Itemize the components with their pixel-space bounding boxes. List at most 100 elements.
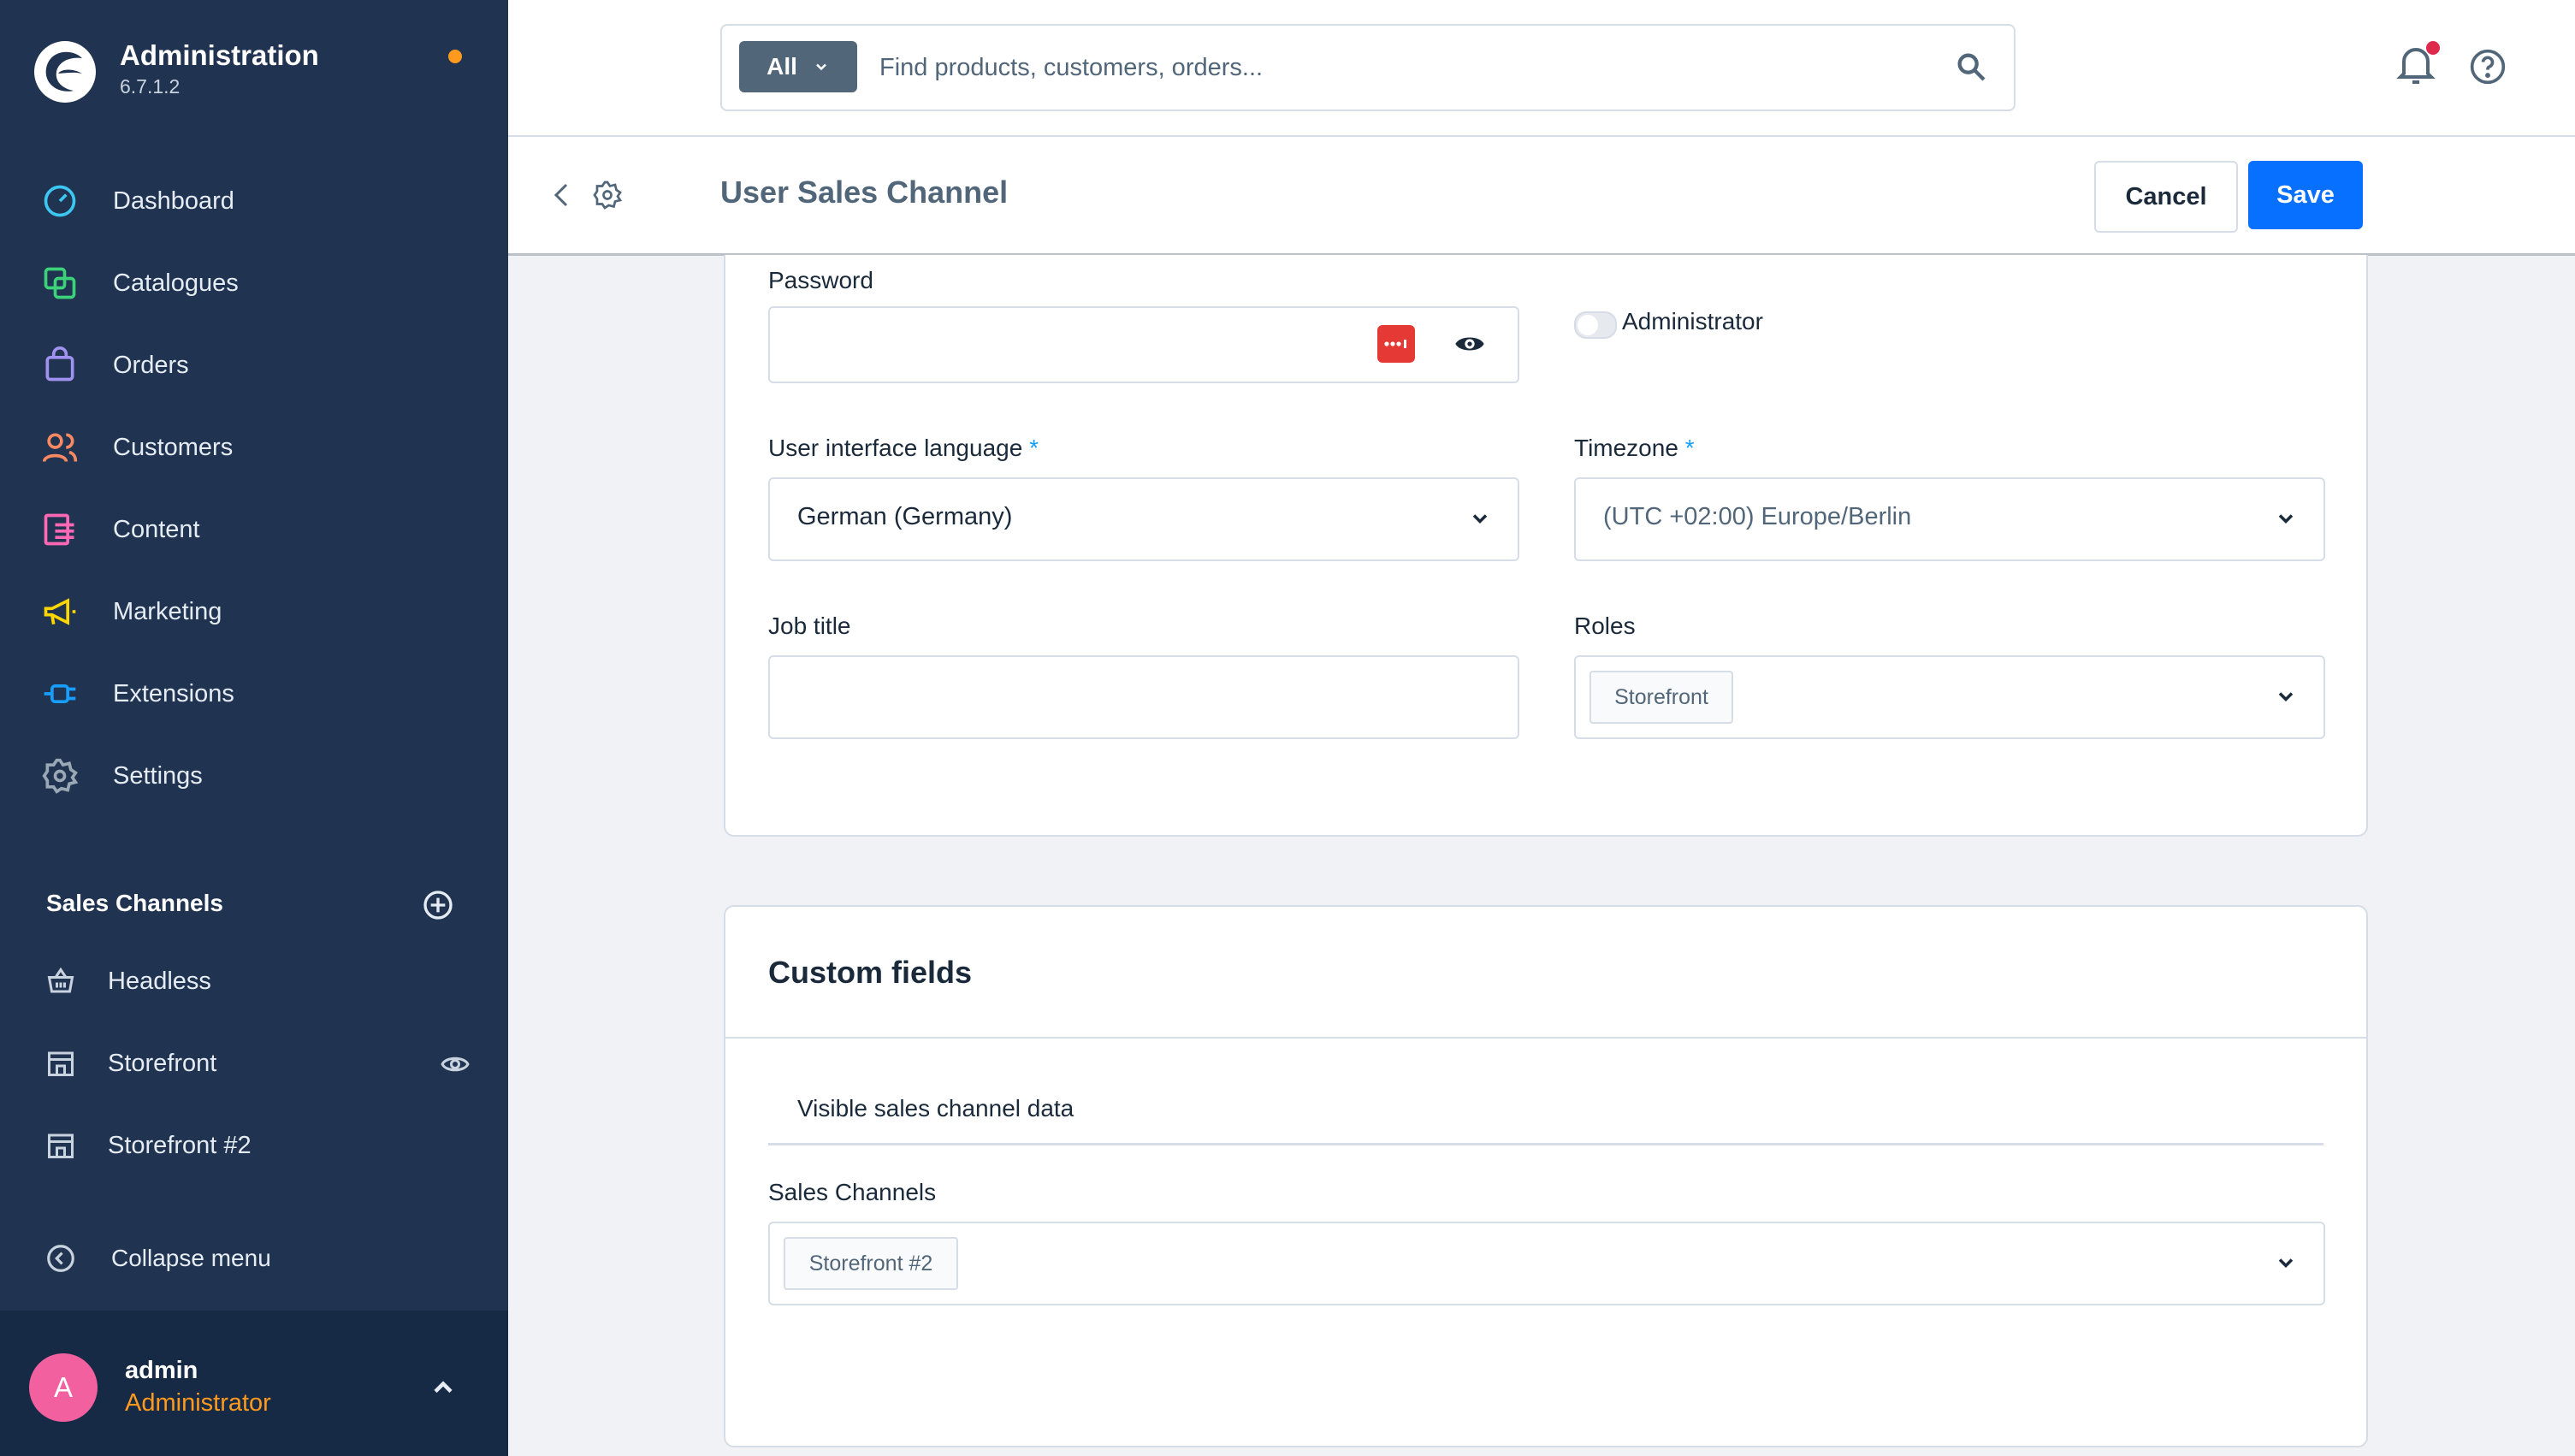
- language-select[interactable]: German (Germany): [768, 477, 1519, 561]
- role-tag[interactable]: Storefront: [1589, 671, 1733, 724]
- required-asterisk: *: [1684, 435, 1695, 461]
- timezone-select[interactable]: (UTC +02:00) Europe/Berlin: [1574, 477, 2325, 561]
- extensions-icon: [39, 673, 80, 714]
- nav-label: Settings: [113, 761, 203, 790]
- back-arrow-icon[interactable]: [548, 180, 575, 210]
- nav-item-content[interactable]: Content: [39, 500, 484, 559]
- sidebar: Administration 6.7.1.2 Dashboard Catalog…: [0, 0, 508, 1456]
- page-title: User Sales Channel: [720, 175, 1009, 210]
- nav-label: Extensions: [113, 679, 234, 707]
- password-manager-icon[interactable]: [1377, 325, 1415, 363]
- chevron-down-icon: [2278, 692, 2294, 701]
- search-bar: All: [720, 24, 2016, 111]
- sales-channels-select[interactable]: Storefront #2: [768, 1222, 2325, 1305]
- eye-icon[interactable]: [1453, 327, 1487, 361]
- nav-item-customers[interactable]: Customers: [39, 417, 484, 477]
- job-title-input[interactable]: [768, 655, 1519, 739]
- roles-label: Roles: [1574, 613, 1636, 639]
- nav-item-settings[interactable]: Settings: [39, 746, 484, 806]
- language-select-value: German (Germany): [797, 503, 1013, 530]
- timezone-label: Timezone *: [1574, 435, 1695, 462]
- divider: [725, 1037, 2366, 1039]
- sales-channels-header: Sales Channels: [46, 886, 457, 926]
- storefront-icon: [43, 1128, 79, 1163]
- brand: Administration 6.7.1.2: [33, 36, 477, 113]
- nav-label: Orders: [113, 351, 189, 379]
- user-role: Administrator: [125, 1389, 271, 1417]
- timezone-select-value: (UTC +02:00) Europe/Berlin: [1603, 503, 1912, 530]
- nav-label: Catalogues: [113, 269, 239, 297]
- sales-channel-label: Headless: [108, 967, 211, 995]
- user-menu[interactable]: A admin Administrator: [0, 1311, 508, 1456]
- job-title-label: Job title: [768, 613, 851, 639]
- custom-fields-card: Custom fields Visible sales channel data…: [724, 905, 2368, 1447]
- add-sales-channel-icon[interactable]: [421, 888, 455, 922]
- customers-icon: [39, 427, 80, 468]
- chevron-down-icon: [1472, 514, 1488, 524]
- cancel-button[interactable]: Cancel: [2094, 161, 2238, 233]
- language-label: User interface language *: [768, 435, 1039, 462]
- tab-underline: [768, 1143, 2323, 1145]
- nav-label: Marketing: [113, 597, 222, 625]
- collapse-icon: [43, 1240, 79, 1276]
- user-name: admin: [125, 1357, 198, 1384]
- notification-badge: [2426, 41, 2440, 55]
- nav-item-catalogues[interactable]: Catalogues: [39, 253, 484, 313]
- save-button[interactable]: Save: [2248, 161, 2363, 229]
- sales-channel-item-headless[interactable]: Headless: [43, 951, 471, 1011]
- help-icon[interactable]: [2469, 48, 2507, 86]
- collapse-menu-label: Collapse menu: [111, 1245, 271, 1271]
- sales-channel-item-storefront[interactable]: Storefront: [43, 1033, 471, 1093]
- search-type-dropdown[interactable]: All: [739, 41, 857, 92]
- catalogues-icon: [39, 263, 80, 304]
- nav-item-orders[interactable]: Orders: [39, 335, 484, 395]
- basket-icon: [43, 963, 79, 999]
- user-details-card: Password Administrator User interface la…: [724, 255, 2368, 837]
- marketing-icon: [39, 591, 80, 632]
- status-dot: [448, 50, 462, 63]
- chevron-down-icon: [2278, 1258, 2294, 1268]
- timezone-label-text: Timezone: [1574, 435, 1678, 461]
- gear-icon[interactable]: [592, 180, 623, 210]
- collapse-menu-button[interactable]: Collapse menu: [43, 1228, 471, 1288]
- nav-item-dashboard[interactable]: Dashboard: [39, 171, 484, 231]
- nav-item-marketing[interactable]: Marketing: [39, 582, 484, 642]
- language-label-text: User interface language: [768, 435, 1023, 461]
- shopware-logo: [34, 41, 96, 103]
- chevron-down-icon: [2278, 514, 2294, 524]
- sales-channel-label: Storefront: [108, 1049, 217, 1077]
- custom-fields-title: Custom fields: [768, 955, 973, 990]
- orders-icon: [39, 345, 80, 386]
- eye-icon[interactable]: [440, 1049, 471, 1080]
- sales-channel-item-storefront-2[interactable]: Storefront #2: [43, 1116, 471, 1175]
- administrator-toggle[interactable]: [1574, 311, 1617, 339]
- nav-label: Customers: [113, 433, 234, 461]
- search-type-label: All: [767, 53, 797, 80]
- settings-icon: [39, 755, 80, 796]
- sales-channel-label: Storefront #2: [108, 1131, 252, 1159]
- sales-channel-tag[interactable]: Storefront #2: [784, 1237, 958, 1290]
- chevron-up-icon[interactable]: [428, 1372, 459, 1403]
- sales-channels-heading: Sales Channels: [46, 890, 223, 916]
- nav-item-extensions[interactable]: Extensions: [39, 664, 484, 724]
- chevron-down-icon: [816, 63, 826, 71]
- tab-visible-sales-channel-data[interactable]: Visible sales channel data: [797, 1095, 1074, 1122]
- content-icon: [39, 509, 80, 550]
- dashboard-icon: [39, 181, 80, 222]
- app-version: 6.7.1.2: [120, 75, 181, 98]
- administrator-toggle-label: Administrator: [1622, 308, 1763, 334]
- app-title: Administration: [120, 39, 319, 71]
- roles-select[interactable]: Storefront: [1574, 655, 2325, 739]
- nav-label: Content: [113, 515, 200, 543]
- smart-bar: User Sales Channel Cancel Save: [508, 137, 2575, 256]
- password-field[interactable]: [768, 306, 1519, 383]
- avatar: A: [29, 1353, 98, 1422]
- password-label: Password: [768, 267, 873, 293]
- top-bar: All: [508, 0, 2575, 137]
- search-icon[interactable]: [1954, 50, 1988, 84]
- search-input[interactable]: [878, 39, 1993, 96]
- sales-channels-label: Sales Channels: [768, 1179, 937, 1205]
- storefront-icon: [43, 1045, 79, 1081]
- nav-label: Dashboard: [113, 186, 234, 215]
- required-asterisk: *: [1029, 435, 1039, 461]
